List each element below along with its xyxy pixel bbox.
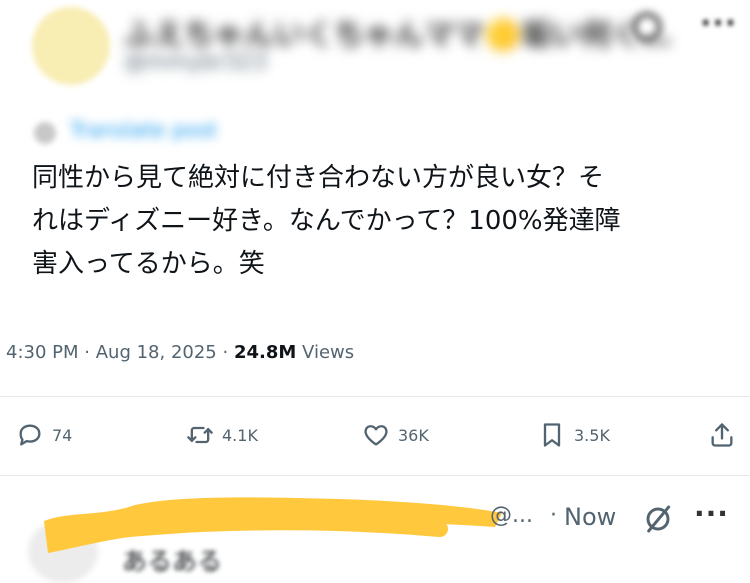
reply-time[interactable]: Now bbox=[564, 503, 616, 531]
more-options-icon[interactable]: ··· bbox=[694, 497, 729, 530]
author-display-name[interactable]: ふえちゃんいくちゃんママ🟡垢い何く… bbox=[124, 10, 671, 54]
views-label: Views bbox=[302, 342, 355, 363]
grok-icon[interactable] bbox=[632, 12, 662, 42]
meta-separator: · bbox=[84, 342, 90, 363]
share-button[interactable] bbox=[708, 418, 736, 452]
grok-icon[interactable] bbox=[642, 503, 674, 535]
share-icon bbox=[711, 423, 733, 447]
translate-post-link[interactable]: Translate post bbox=[70, 118, 217, 142]
globe-icon bbox=[34, 122, 56, 144]
tweet-meta: 4:30 PM · Aug 18, 2025 · 24.8M Views bbox=[6, 342, 354, 363]
reply-count: 74 bbox=[52, 425, 73, 445]
divider bbox=[0, 475, 750, 476]
like-button[interactable]: 36K bbox=[362, 418, 429, 452]
like-count: 36K bbox=[398, 425, 429, 445]
reply-button[interactable]: 74 bbox=[16, 418, 72, 452]
heart-icon bbox=[364, 425, 388, 446]
bookmark-count: 3.5K bbox=[574, 425, 610, 445]
views-count[interactable]: 24.8M bbox=[234, 342, 296, 363]
meta-separator: · bbox=[222, 342, 229, 363]
author-avatar[interactable] bbox=[32, 7, 110, 85]
reply-text: あるある bbox=[122, 547, 223, 576]
bookmark-button[interactable]: 3.5K bbox=[538, 418, 610, 452]
retweet-icon bbox=[187, 426, 213, 444]
tweet-time[interactable]: 4:30 PM bbox=[6, 342, 79, 363]
reply-avatar[interactable] bbox=[28, 520, 98, 583]
author-handle[interactable]: @mmybr323 bbox=[124, 50, 267, 75]
tweet-date[interactable]: Aug 18, 2025 bbox=[96, 342, 217, 363]
divider bbox=[0, 396, 750, 397]
reply-icon bbox=[19, 424, 41, 446]
reply-separator: · bbox=[550, 503, 557, 528]
tweet-text: 同性から見て絶対に付き合わない方が良い女？そ れはディズニー好き。なんでかって？… bbox=[32, 163, 621, 279]
bookmark-icon bbox=[543, 423, 561, 447]
redaction-scribble bbox=[44, 497, 502, 553]
reply-handle[interactable]: @... bbox=[490, 503, 533, 528]
retweet-button[interactable]: 4.1K bbox=[186, 418, 258, 452]
retweet-count: 4.1K bbox=[222, 425, 258, 445]
more-options-icon[interactable]: ··· bbox=[700, 6, 737, 41]
